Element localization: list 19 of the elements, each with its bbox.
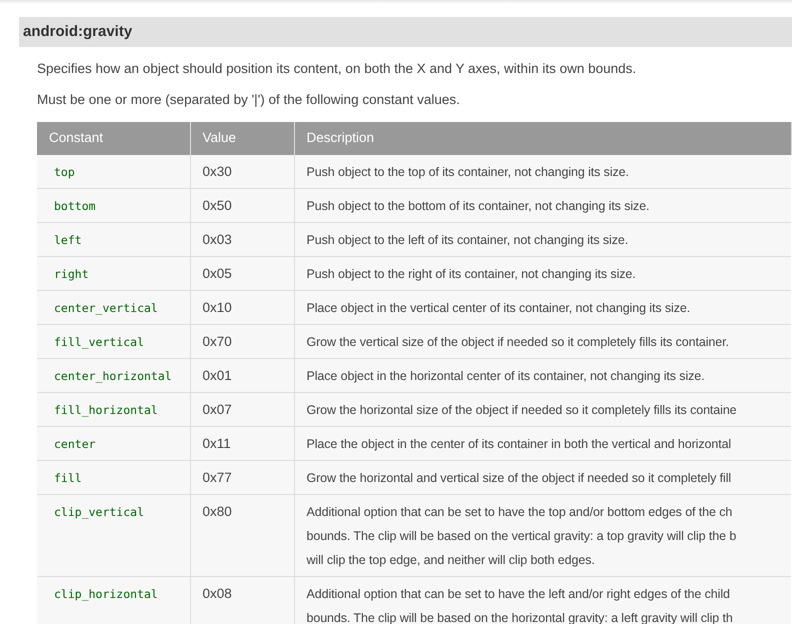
description-cell: Grow the horizontal size of the object if needed so it completely fills its containe [294, 392, 791, 426]
description-cell: Grow the horizontal and vertical size of the object if needed so it completely fill [294, 460, 791, 494]
value-cell: 0x08 [190, 576, 294, 624]
column-header: Constant [37, 122, 190, 155]
description-cell: Push object to the top of its container, not changing its size. [294, 155, 791, 188]
description-paragraph: Must be one or more (separated by '|') of the following constant values. [37, 91, 461, 109]
description-cell: Place the object in the center of its container in both the vertical and horizontal [294, 426, 791, 460]
constant-cell: clip_horizontal [37, 576, 190, 624]
description-cell: Place object in the vertical center of its container, not changing its size. [294, 290, 791, 324]
column-header: Description [294, 122, 791, 155]
description-cell: Push object to the left of its container, not changing its size. [294, 222, 791, 256]
description-cell: Place object in the horizontal center of its container, not changing its size. [294, 358, 791, 392]
section-title: android:gravity [19, 17, 792, 47]
description-cell: Grow the vertical size of the object if needed so it completely fills its container. [294, 324, 791, 358]
column-header: Value [190, 122, 294, 155]
description-cell: Additional option that can be set to have the top and/or bottom edges of the ch bounds. The clip will be based on the vertical gravity: a top gravity will clip the b will clip the top edge, and neither will clip both edges. [294, 494, 791, 576]
description-cell: Push object to the bottom of its container, not changing its size. [294, 188, 791, 222]
description-cell: Push object to the right of its container, not changing its size. [294, 256, 791, 290]
description-paragraph: Specifies how an object should position its content, on both the X and Y axes, within its own bounds. [37, 60, 638, 78]
